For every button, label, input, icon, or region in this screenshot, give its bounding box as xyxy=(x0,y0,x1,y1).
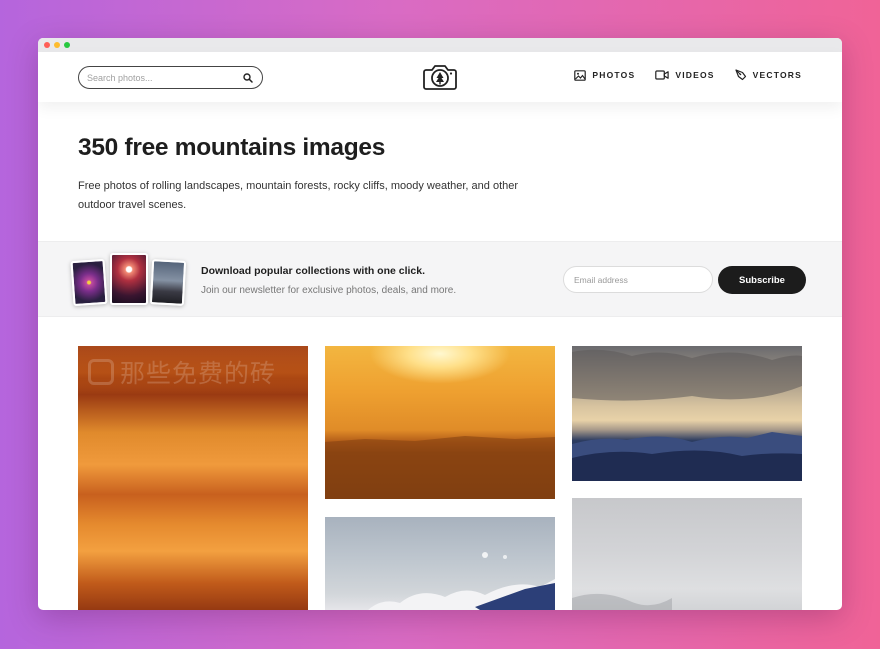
nav-videos-label: VIDEOS xyxy=(675,70,715,80)
thumbnail-lake xyxy=(149,259,187,306)
newsletter-banner: Download popular collections with one cl… xyxy=(38,241,842,317)
photo-blue-ridges[interactable] xyxy=(572,346,802,481)
ridges-silhouette xyxy=(572,349,802,481)
thumbnail-flower xyxy=(70,258,108,307)
search-bar[interactable] xyxy=(78,66,263,89)
cloud-layer xyxy=(368,552,555,610)
browser-window: PHOTOS VIDEOS VECTORS 350 free mountains… xyxy=(38,38,842,610)
search-input[interactable] xyxy=(87,72,227,83)
pen-tool-icon xyxy=(735,69,746,81)
newsletter-title: Download popular collections with one cl… xyxy=(201,265,426,277)
subscribe-button[interactable]: Subscribe xyxy=(718,266,806,294)
minimize-window-button[interactable] xyxy=(54,42,60,48)
search-icon xyxy=(243,72,253,83)
watermark: 那些免费的砖 xyxy=(88,354,276,390)
hero-section: 350 free mountains images Free photos of… xyxy=(38,102,842,242)
nav-vectors-label: VECTORS xyxy=(752,70,802,80)
photo-gallery: 那些免费的砖 xyxy=(78,346,802,610)
watermark-logo-icon xyxy=(88,359,114,385)
nav-vectors[interactable]: VECTORS xyxy=(735,69,802,81)
site-header: PHOTOS VIDEOS VECTORS xyxy=(38,52,842,102)
page-title: 350 free mountains images xyxy=(78,134,386,161)
hills-silhouette xyxy=(325,436,555,499)
image-icon xyxy=(574,69,587,81)
camera-tree-icon[interactable] xyxy=(422,61,458,91)
nav-photos[interactable]: PHOTOS xyxy=(574,69,635,81)
maximize-window-button[interactable] xyxy=(64,42,70,48)
watermark-text: 那些免费的砖 xyxy=(120,359,277,388)
photo-misty-mountain[interactable] xyxy=(572,498,802,610)
collection-thumbnails xyxy=(70,252,190,308)
main-nav: PHOTOS VIDEOS VECTORS xyxy=(574,69,802,81)
photo-clouds-above-peak[interactable] xyxy=(325,517,555,610)
nav-photos-label: PHOTOS xyxy=(592,70,636,80)
page-description: Free photos of rolling landscapes, mount… xyxy=(78,180,519,211)
close-window-button[interactable] xyxy=(44,42,50,48)
thumbnail-sunset xyxy=(110,253,148,305)
email-field[interactable] xyxy=(563,266,713,293)
mist-layer xyxy=(572,593,672,610)
search-button[interactable] xyxy=(242,72,254,84)
nav-videos[interactable]: VIDEOS xyxy=(655,69,714,81)
video-icon xyxy=(655,70,670,80)
window-titlebar xyxy=(38,38,842,52)
photo-sunset-over-hills[interactable] xyxy=(325,346,555,499)
newsletter-subtitle: Join our newsletter for exclusive photos… xyxy=(201,285,457,296)
photo-orange-sky[interactable]: 那些免费的砖 xyxy=(78,346,308,610)
